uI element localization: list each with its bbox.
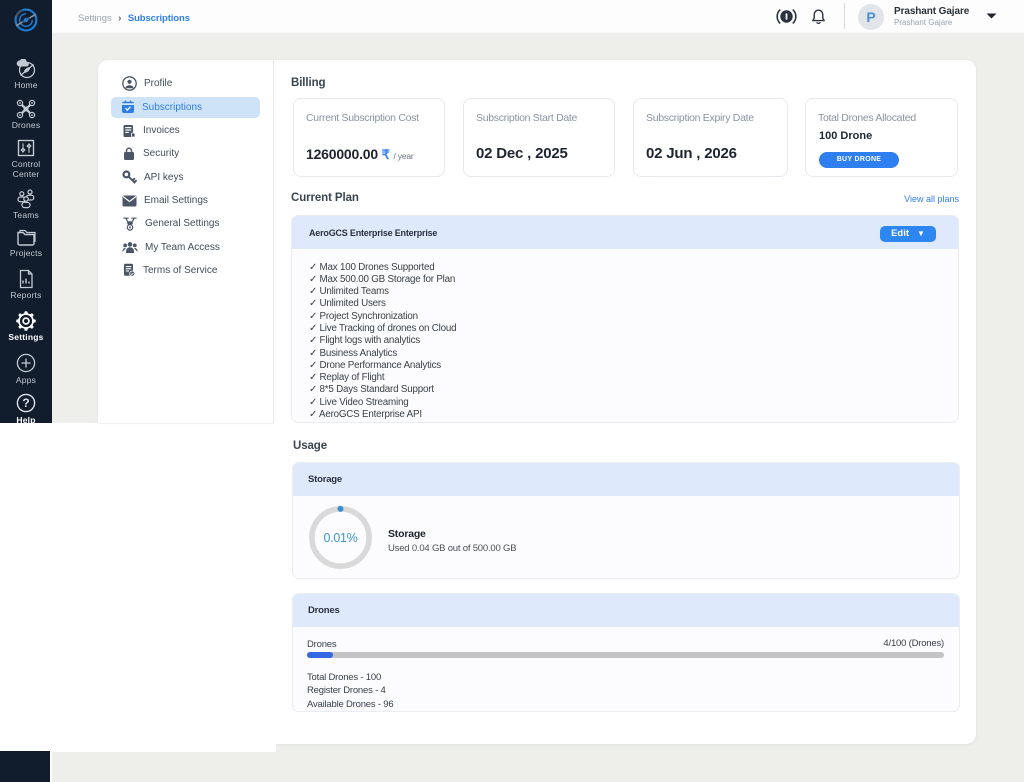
svg-text:?: ? <box>22 396 29 410</box>
svg-text:0.01%: 0.01% <box>324 531 358 545</box>
